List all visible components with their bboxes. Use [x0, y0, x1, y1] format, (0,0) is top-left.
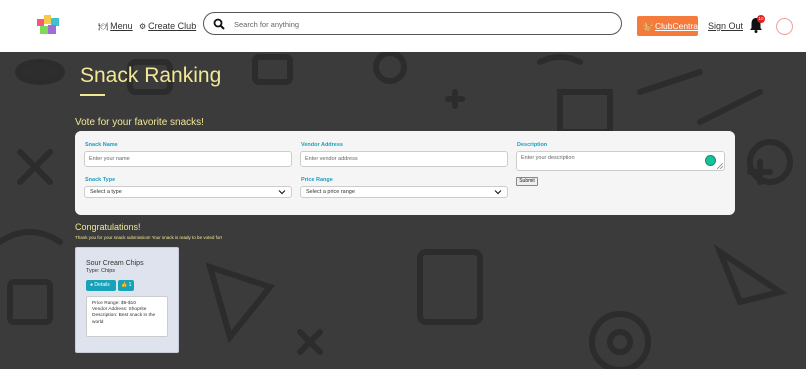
price-range-label: Price Range: [301, 177, 333, 183]
snack-card: Sour Cream Chips Type: Chips ● Details 👍…: [75, 247, 179, 353]
club-central-button[interactable]: 🧺 ClubCentral: [637, 16, 700, 36]
price-range-select[interactable]: Select a price range: [300, 186, 508, 198]
thumbs-up-icon: 👍: [121, 282, 128, 288]
search-icon[interactable]: [213, 18, 225, 30]
top-navbar: 🍽Menu ⚙Create Club 🧺ClubCentral Sign Out…: [0, 0, 806, 52]
menu-icon: 🍽: [98, 22, 109, 31]
grammarly-icon[interactable]: [705, 155, 716, 166]
search-input[interactable]: [234, 17, 604, 31]
details-button[interactable]: ● Details: [86, 280, 116, 291]
create-club-link[interactable]: ⚙ Create Club: [139, 21, 196, 31]
search-bar: [203, 12, 622, 35]
vote-heading: Vote for your favorite snacks!: [75, 117, 204, 128]
menu-link[interactable]: 🍽 Menu: [98, 21, 133, 31]
snack-type-label: Snack Type: [85, 177, 116, 183]
snack-name-input[interactable]: Enter your name: [84, 151, 292, 167]
snack-card-type: Type: Chips: [86, 268, 116, 274]
snack-name-label: Snack Name: [85, 142, 118, 148]
submit-button[interactable]: Submit: [516, 177, 538, 186]
info-icon: ●: [90, 282, 94, 288]
snack-description: Description: Best snack in the world: [92, 313, 156, 325]
price-range-value: Select a price range: [306, 189, 355, 195]
congratulations-heading: Congratulations!: [75, 222, 141, 232]
notification-count-badge: 10: [757, 15, 765, 23]
create-club-icon: ⚙: [139, 22, 147, 31]
snack-type-value: Select a type: [90, 189, 122, 195]
like-count: 1: [128, 282, 132, 288]
description-label: Description: [517, 142, 548, 148]
title-underline: [80, 94, 105, 96]
basket-icon: 🧺: [643, 22, 653, 31]
snack-details-panel: Price Range: $6-$10 Vendor Address: Shop…: [86, 296, 168, 337]
like-button[interactable]: 👍 1: [118, 280, 134, 291]
vendor-address-input[interactable]: Enter vendor address: [300, 151, 508, 167]
club-logo-icon[interactable]: [37, 15, 59, 35]
vendor-address-label: Vendor Address: [301, 142, 343, 148]
chevron-down-icon: [278, 190, 286, 195]
snack-submission-form: Snack Name Enter your name Vendor Addres…: [75, 131, 735, 215]
page-title: Snack Ranking: [80, 64, 222, 87]
sign-out-link[interactable]: Sign Out: [708, 21, 743, 31]
chevron-down-icon: [494, 190, 502, 195]
description-textarea[interactable]: Enter your description: [516, 151, 725, 171]
snack-type-select[interactable]: Select a type: [84, 186, 292, 198]
description-placeholder: Enter your description: [521, 155, 575, 161]
resize-handle-icon[interactable]: [717, 163, 723, 169]
snack-card-name: Sour Cream Chips: [86, 260, 144, 267]
user-avatar[interactable]: [776, 18, 793, 35]
details-button-label: Details: [94, 282, 110, 288]
congratulations-message: Thank you for your snack submission! You…: [75, 235, 223, 240]
